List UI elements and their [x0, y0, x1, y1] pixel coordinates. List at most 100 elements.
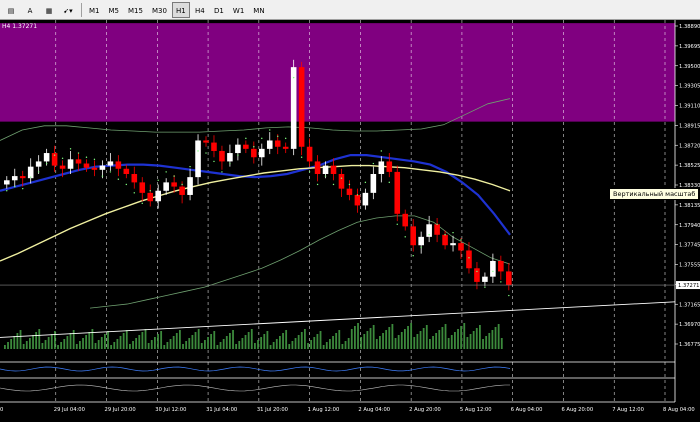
volume-bar — [66, 336, 69, 349]
volume-bar — [216, 345, 219, 349]
timeframe-m30-button[interactable]: M30 — [148, 2, 171, 18]
candle-body — [282, 146, 289, 149]
price-chart[interactable]: 1.38890 1.39695 1.39500 1.39305 1.39110 1.389… — [0, 20, 700, 422]
volume-bar — [466, 337, 469, 349]
candle-body — [99, 165, 106, 170]
volume-bar — [47, 337, 50, 349]
candle-body — [410, 226, 416, 246]
volume-bar — [91, 329, 94, 349]
x-tick-label: 8 Aug 04:00 — [663, 407, 695, 413]
volume-bar — [116, 339, 119, 349]
x-tick-label: 6 Aug 20:00 — [561, 407, 593, 413]
volume-bar — [379, 336, 381, 349]
volume-bar — [69, 333, 72, 349]
candle-body — [131, 174, 138, 183]
volume-bar — [444, 324, 447, 349]
sar-dot — [356, 194, 359, 196]
candle-body — [187, 177, 193, 195]
sar-dot — [444, 234, 446, 236]
candle-body — [338, 174, 345, 189]
candle-body — [266, 140, 273, 149]
volume-bar — [32, 335, 34, 349]
x-tick-label: 7 Aug 12:00 — [612, 407, 644, 413]
y-tick-label: 1.39305 — [679, 84, 700, 90]
volume-bar — [29, 338, 31, 349]
timeframe-h4-button[interactable]: H4 — [191, 2, 209, 18]
candle-body — [203, 140, 209, 143]
volume-bar — [104, 334, 106, 349]
volume-bar — [316, 334, 319, 349]
sar-dot — [468, 257, 470, 259]
volume-bar — [213, 331, 216, 349]
candle-body — [506, 271, 512, 286]
sar-dot — [292, 76, 295, 79]
timeframe-m5-button[interactable]: M5 — [105, 2, 124, 18]
volume-bar — [72, 330, 75, 349]
toolbar-separator — [81, 2, 82, 17]
volume-bar — [232, 330, 234, 349]
sar-dot — [101, 175, 104, 177]
x-tick-label: 2 Aug 20:00 — [409, 407, 441, 413]
timeframe-m1-button[interactable]: M1 — [85, 2, 104, 18]
candle-body — [394, 171, 401, 214]
volume-bar — [250, 329, 253, 349]
candle-body — [474, 268, 480, 282]
volume-bar — [469, 334, 472, 349]
sar-dot — [6, 190, 8, 192]
menu-button[interactable]: ▤ — [2, 2, 20, 18]
volume-bar — [372, 325, 375, 349]
sar-dot — [205, 152, 207, 154]
chart-area[interactable]: 1.38890 1.39695 1.39500 1.39305 1.39110 1.389… — [0, 20, 700, 422]
volume-bar — [10, 339, 13, 349]
candle-body — [67, 159, 74, 169]
timeframe-w1-button[interactable]: W1 — [229, 2, 248, 18]
volume-bar — [269, 345, 272, 349]
volume-bar — [419, 331, 422, 349]
candle-body — [322, 165, 329, 174]
volume-bar — [282, 333, 284, 349]
volume-bar — [207, 337, 209, 349]
volume-bar — [247, 332, 250, 349]
volume-bar — [154, 337, 156, 349]
volume-bar — [129, 344, 131, 349]
timeframe-d1-button[interactable]: D1 — [210, 2, 228, 18]
volume-bar — [447, 338, 450, 349]
volume-bar — [160, 331, 163, 349]
volume-bar — [313, 337, 316, 349]
candle-body — [163, 182, 169, 191]
volume-bar — [391, 324, 394, 349]
timeframe-h1-button[interactable]: H1 — [171, 1, 190, 18]
timeframe-m15-button[interactable]: M15 — [124, 2, 147, 18]
sar-dot — [348, 183, 351, 186]
sar-dot — [125, 183, 128, 186]
volume-bar — [304, 329, 306, 349]
text-tool-button[interactable]: A — [21, 2, 39, 18]
sar-dot — [61, 157, 64, 159]
volume-bar — [344, 341, 347, 349]
volume-bar — [363, 334, 366, 349]
sar-dot — [380, 150, 383, 152]
volume-bar — [141, 332, 144, 349]
sar-dot — [300, 156, 303, 158]
volume-bar — [297, 335, 300, 349]
volume-bar — [54, 331, 56, 349]
volume-bar — [438, 330, 441, 349]
arrow-tool-button[interactable]: ➹▾ — [59, 2, 77, 18]
volume-bar — [322, 345, 325, 349]
volume-bar — [500, 338, 503, 349]
sar-dot — [396, 223, 398, 225]
timeframe-mn-button[interactable]: MN — [249, 2, 268, 18]
volume-bar — [210, 334, 213, 349]
volume-bar — [310, 340, 313, 349]
volume-bar — [60, 342, 63, 349]
sar-dot — [77, 152, 80, 154]
sar-dot — [340, 177, 343, 179]
objects-button[interactable]: ▦ — [40, 2, 58, 18]
volume-bar — [429, 339, 431, 349]
candle-body — [83, 163, 90, 168]
volume-bar — [275, 339, 278, 349]
volume-bar — [63, 339, 66, 349]
sar-dot — [85, 156, 88, 158]
volume-bar — [88, 332, 91, 349]
candle-body — [274, 140, 281, 147]
